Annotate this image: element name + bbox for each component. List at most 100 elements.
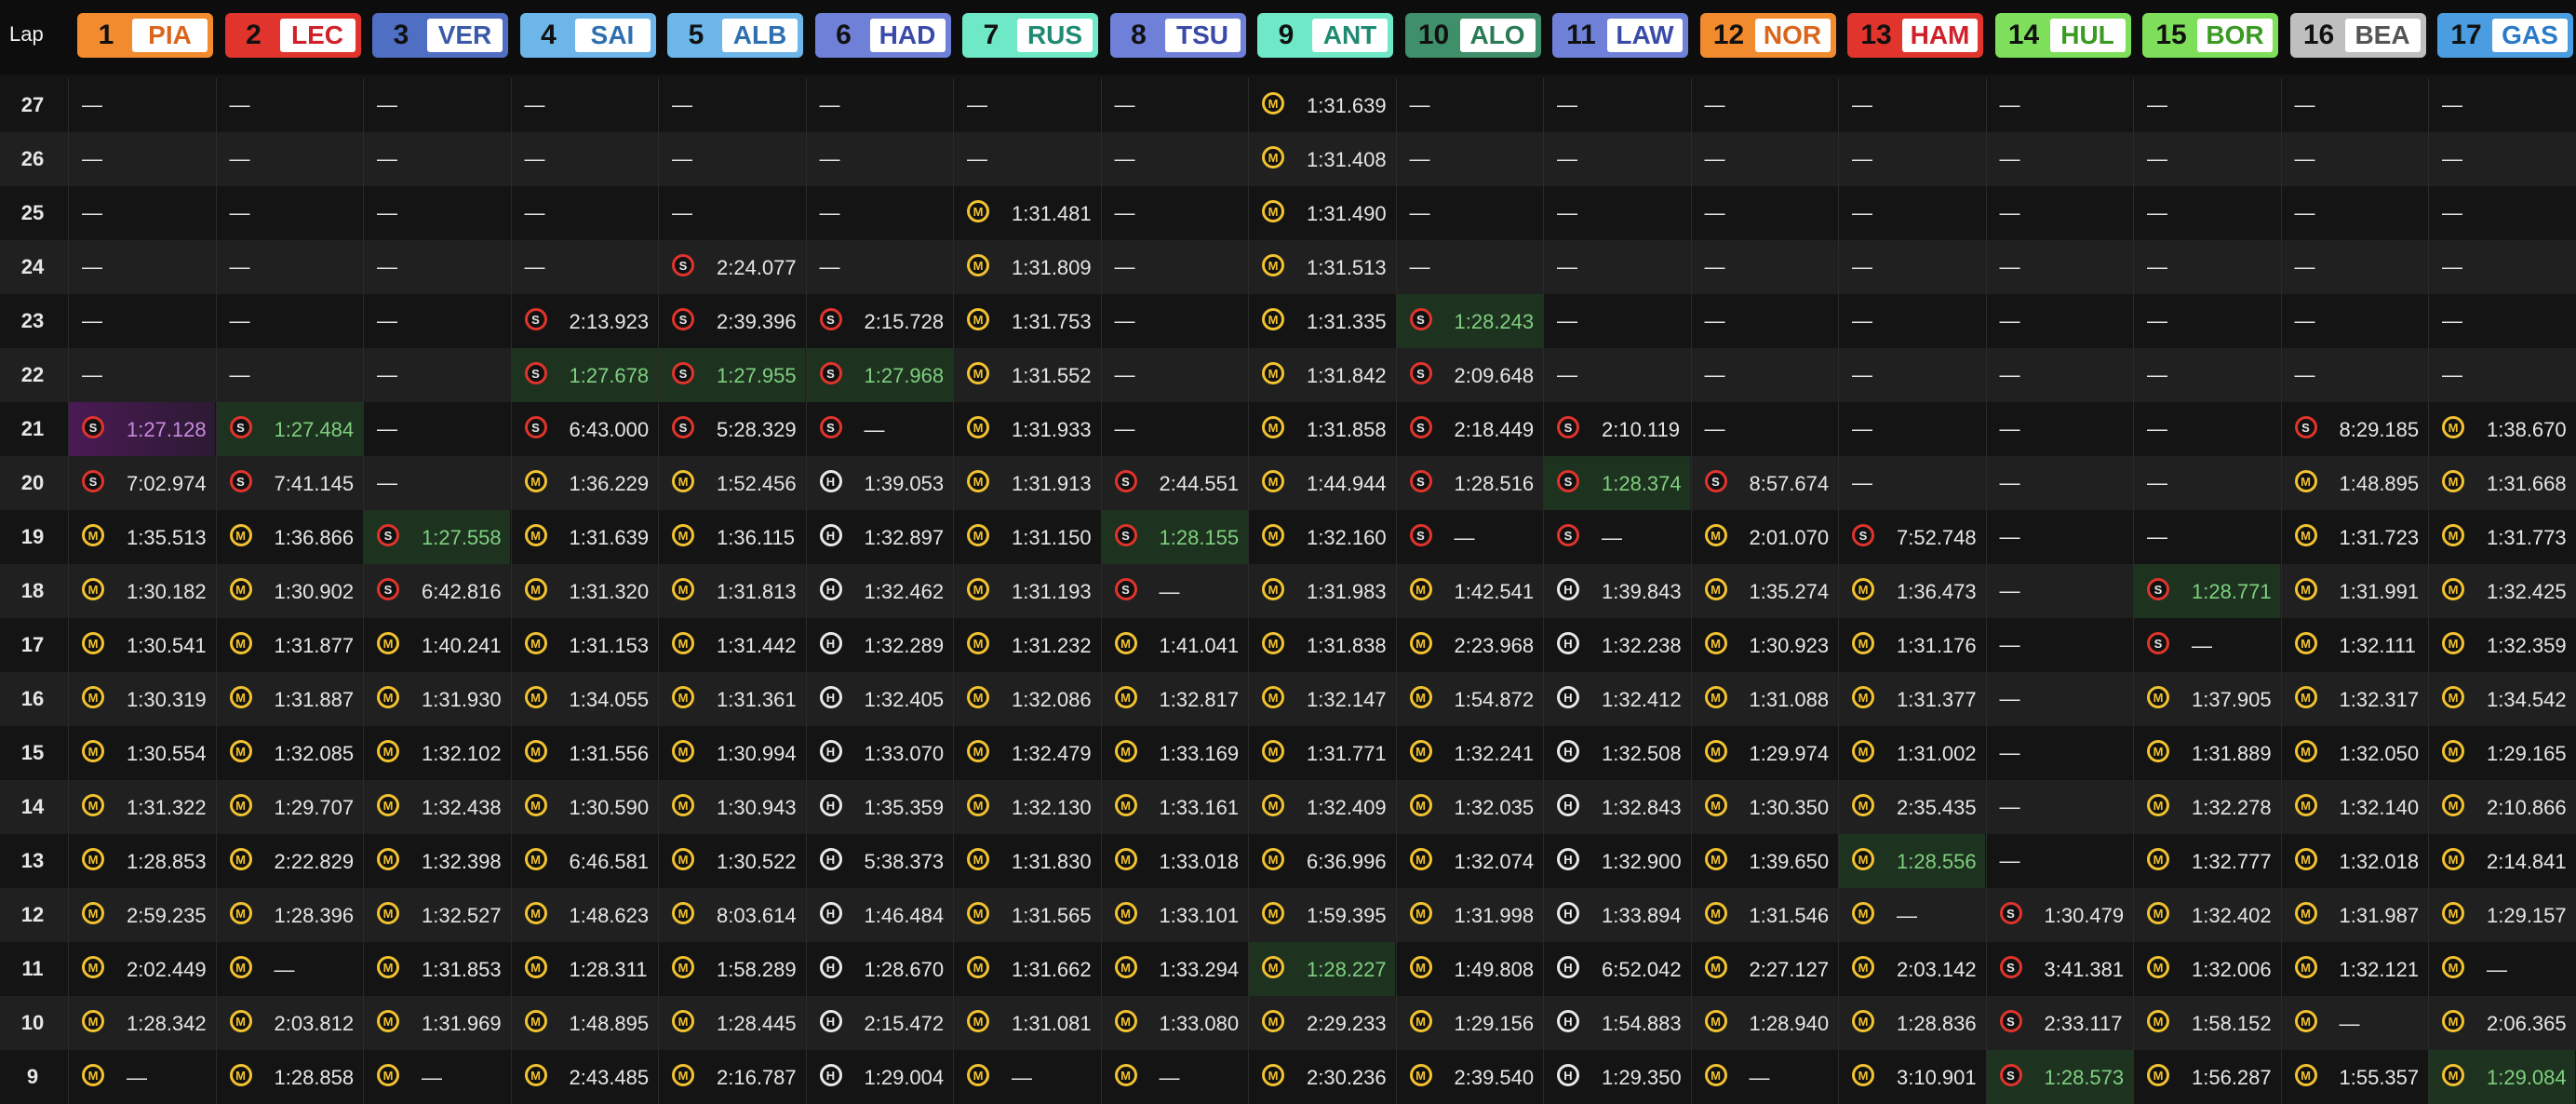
lap-time-cell[interactable]: —	[1985, 132, 2133, 186]
lap-time-cell[interactable]: M 1:32.074	[1395, 834, 1543, 888]
lap-time-cell[interactable]: —	[1543, 240, 1690, 294]
lap-time-cell[interactable]: M 2:29.233	[1248, 996, 1395, 1050]
lap-time-cell[interactable]: —	[1690, 132, 1838, 186]
lap-time-cell[interactable]: M 1:32.409	[1248, 780, 1395, 834]
lap-time-cell[interactable]: S 2:44.551	[1100, 456, 1248, 510]
lap-time-cell[interactable]: M 1:58.289	[658, 942, 805, 996]
lap-time-cell[interactable]: M 1:49.808	[1395, 942, 1543, 996]
driver-badge-law[interactable]: 11 LAW	[1552, 13, 1688, 58]
lap-time-cell[interactable]: M 1:31.490	[1248, 186, 1395, 240]
lap-time-cell[interactable]: M —	[2428, 942, 2575, 996]
lap-time-cell[interactable]: H 1:54.883	[1543, 996, 1690, 1050]
lap-time-cell[interactable]: —	[2133, 348, 2280, 402]
lap-time-cell[interactable]: M 1:28.311	[510, 942, 658, 996]
lap-time-cell[interactable]: M 1:31.481	[953, 186, 1100, 240]
lap-time-cell[interactable]: S 2:39.396	[658, 294, 805, 348]
lap-time-cell[interactable]: M 1:38.670	[2428, 402, 2575, 456]
lap-time-cell[interactable]: M 1:30.541	[68, 618, 215, 672]
lap-time-cell[interactable]: —	[1838, 456, 1985, 510]
lap-time-cell[interactable]: M 1:31.377	[1838, 672, 1985, 726]
lap-time-cell[interactable]: S 2:18.449	[1395, 402, 1543, 456]
lap-time-cell[interactable]: M 1:32.398	[363, 834, 510, 888]
lap-time-cell[interactable]: —	[363, 132, 510, 186]
lap-time-cell[interactable]: M 1:31.565	[953, 888, 1100, 942]
lap-time-cell[interactable]: M 1:36.866	[215, 510, 363, 564]
driver-badge-gas[interactable]: 17 GAS	[2437, 13, 2573, 58]
lap-time-cell[interactable]: M 1:35.513	[68, 510, 215, 564]
lap-time-cell[interactable]: —	[2280, 240, 2428, 294]
lap-time-cell[interactable]: —	[1100, 132, 1248, 186]
lap-time-cell[interactable]: M 1:31.998	[1395, 888, 1543, 942]
lap-time-cell[interactable]: M 1:28.556	[1838, 834, 1985, 888]
lap-time-cell[interactable]: —	[2133, 456, 2280, 510]
lap-time-cell[interactable]: —	[1985, 726, 2133, 780]
lap-time-cell[interactable]: —	[2428, 132, 2575, 186]
lap-time-cell[interactable]: M 1:31.193	[953, 564, 1100, 618]
lap-time-cell[interactable]: M 1:31.002	[1838, 726, 1985, 780]
lap-time-cell[interactable]: —	[658, 186, 805, 240]
lap-time-cell[interactable]: —	[1985, 834, 2133, 888]
lap-time-cell[interactable]: —	[1100, 348, 1248, 402]
lap-time-cell[interactable]: M 1:32.035	[1395, 780, 1543, 834]
lap-time-cell[interactable]: —	[1395, 240, 1543, 294]
lap-time-cell[interactable]: M 1:31.753	[953, 294, 1100, 348]
lap-time-cell[interactable]: —	[2133, 294, 2280, 348]
lap-time-cell[interactable]: M 1:30.994	[658, 726, 805, 780]
lap-time-cell[interactable]: M 1:31.442	[658, 618, 805, 672]
lap-time-cell[interactable]: —	[2428, 78, 2575, 132]
lap-time-cell[interactable]: M —	[215, 942, 363, 996]
lap-time-cell[interactable]: M 1:32.111	[2280, 618, 2428, 672]
lap-time-cell[interactable]: —	[1838, 348, 1985, 402]
lap-time-cell[interactable]: M 1:30.319	[68, 672, 215, 726]
lap-time-cell[interactable]: H 1:29.350	[1543, 1050, 1690, 1104]
lap-time-cell[interactable]: M 1:28.227	[1248, 942, 1395, 996]
lap-time-cell[interactable]: M 2:43.485	[510, 1050, 658, 1104]
lap-time-cell[interactable]: M 1:31.546	[1690, 888, 1838, 942]
lap-time-cell[interactable]: M 1:32.130	[953, 780, 1100, 834]
lap-time-cell[interactable]: M 1:54.872	[1395, 672, 1543, 726]
lap-time-cell[interactable]: M 1:31.408	[1248, 132, 1395, 186]
lap-time-cell[interactable]: M 1:33.101	[1100, 888, 1248, 942]
lap-time-cell[interactable]: —	[2133, 186, 2280, 240]
lap-time-cell[interactable]: —	[1100, 294, 1248, 348]
lap-time-cell[interactable]: M 1:44.944	[1248, 456, 1395, 510]
lap-time-cell[interactable]: —	[953, 78, 1100, 132]
lap-time-cell[interactable]: —	[2133, 240, 2280, 294]
lap-time-cell[interactable]: M 1:30.182	[68, 564, 215, 618]
lap-time-cell[interactable]: —	[215, 348, 363, 402]
lap-time-cell[interactable]: —	[1690, 186, 1838, 240]
lap-time-cell[interactable]: M 1:31.842	[1248, 348, 1395, 402]
lap-time-cell[interactable]: —	[1100, 402, 1248, 456]
lap-time-cell[interactable]: M 1:30.554	[68, 726, 215, 780]
lap-time-cell[interactable]: —	[510, 186, 658, 240]
lap-time-cell[interactable]: M 1:31.813	[658, 564, 805, 618]
lap-time-cell[interactable]: —	[1100, 186, 1248, 240]
lap-time-cell[interactable]: H 1:32.508	[1543, 726, 1690, 780]
lap-time-cell[interactable]: —	[1543, 348, 1690, 402]
lap-time-cell[interactable]: —	[1985, 780, 2133, 834]
lap-time-cell[interactable]: —	[1985, 672, 2133, 726]
lap-time-cell[interactable]: —	[2280, 294, 2428, 348]
lap-time-cell[interactable]: M 6:46.581	[510, 834, 658, 888]
driver-badge-had[interactable]: 6 HAD	[814, 13, 951, 58]
lap-time-cell[interactable]: M 1:31.320	[510, 564, 658, 618]
driver-badge-alo[interactable]: 10 ALO	[1404, 13, 1541, 58]
lap-time-cell[interactable]: S 2:33.117	[1985, 996, 2133, 1050]
lap-time-cell[interactable]: M 1:29.084	[2428, 1050, 2575, 1104]
lap-time-cell[interactable]: —	[2428, 348, 2575, 402]
lap-time-cell[interactable]: S 1:27.968	[805, 348, 953, 402]
lap-time-cell[interactable]: —	[510, 240, 658, 294]
lap-time-cell[interactable]: S 1:28.374	[1543, 456, 1690, 510]
lap-time-cell[interactable]: M 2:16.787	[658, 1050, 805, 1104]
lap-time-cell[interactable]: S 6:42.816	[363, 564, 510, 618]
lap-time-cell[interactable]: M 1:31.232	[953, 618, 1100, 672]
lap-time-cell[interactable]: —	[68, 240, 215, 294]
lap-time-cell[interactable]: M 1:48.895	[2280, 456, 2428, 510]
lap-time-cell[interactable]: M —	[1100, 1050, 1248, 1104]
lap-time-cell[interactable]: M 1:31.556	[510, 726, 658, 780]
lap-time-cell[interactable]: H 1:29.004	[805, 1050, 953, 1104]
lap-time-cell[interactable]: M 1:31.809	[953, 240, 1100, 294]
lap-time-cell[interactable]: M 6:36.996	[1248, 834, 1395, 888]
lap-time-cell[interactable]: S 1:27.128	[68, 402, 215, 456]
lap-time-cell[interactable]: M 1:32.085	[215, 726, 363, 780]
